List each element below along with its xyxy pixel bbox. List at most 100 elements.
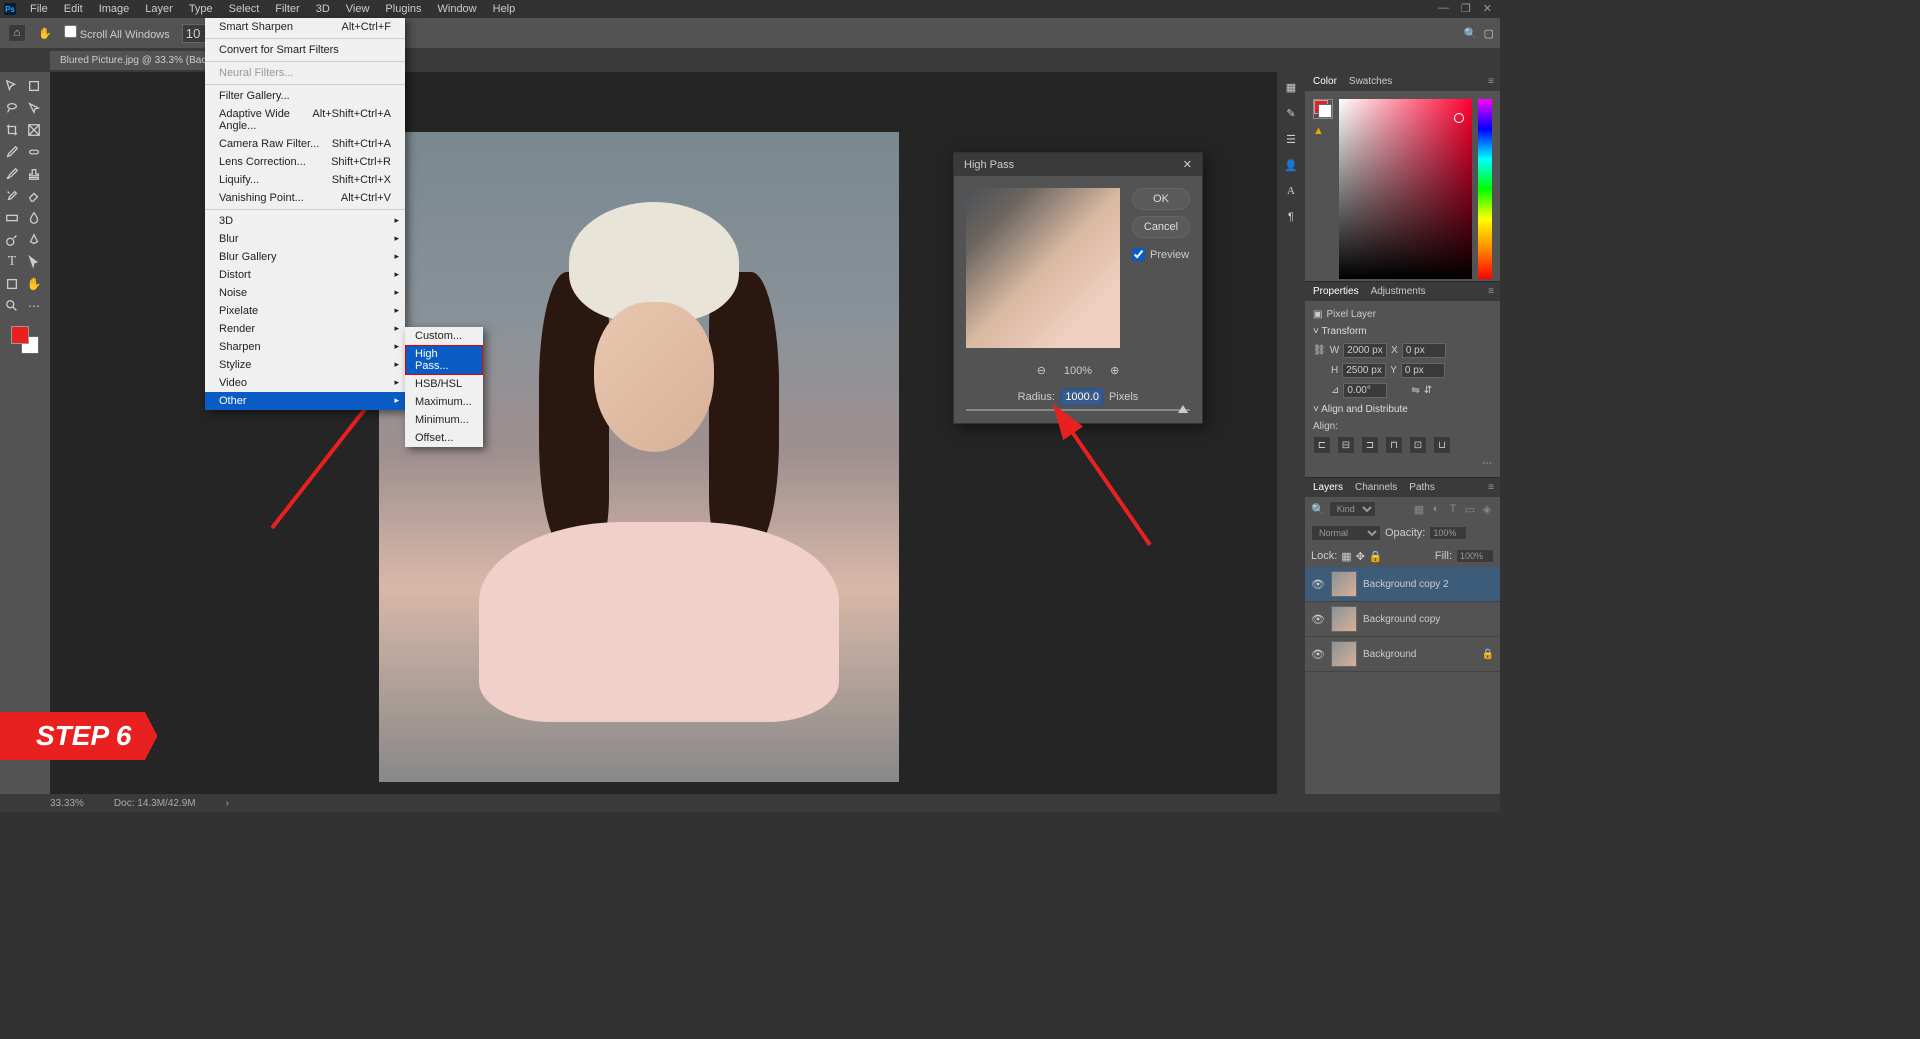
submenu-custom[interactable]: Custom... <box>405 327 483 345</box>
kind-select[interactable]: Kind <box>1329 501 1376 517</box>
angle-input[interactable] <box>1343 383 1387 398</box>
channels-tab[interactable]: Channels <box>1355 482 1397 493</box>
layers-tab[interactable]: Layers <box>1313 482 1343 493</box>
menu-adaptive-wide-angle[interactable]: Adaptive Wide Angle...Alt+Shift+Ctrl+A <box>205 105 405 135</box>
cancel-button[interactable]: Cancel <box>1132 216 1190 238</box>
color-picker-field[interactable] <box>1339 99 1472 279</box>
layer-thumbnail[interactable] <box>1331 606 1357 632</box>
menu-render-sub[interactable]: Render <box>205 320 405 338</box>
share-icon[interactable]: ▢ <box>1484 27 1494 40</box>
brush-settings-icon[interactable]: ✎ <box>1282 104 1300 122</box>
hand-tool-icon[interactable]: ✋ <box>38 27 52 40</box>
artboard-tool-icon[interactable] <box>24 76 44 96</box>
lock-pixels-icon[interactable]: ▦ <box>1341 550 1351 563</box>
healing-tool-icon[interactable] <box>24 142 44 162</box>
layer-item[interactable]: 👁 Background copy <box>1305 602 1500 637</box>
zoom-tool-icon[interactable] <box>2 296 22 316</box>
gradient-tool-icon[interactable] <box>2 208 22 228</box>
document-canvas[interactable] <box>379 132 899 782</box>
lock-position-icon[interactable]: ✥ <box>1356 550 1365 563</box>
menu-view[interactable]: View <box>338 1 378 17</box>
align-section[interactable]: ˅ Align and Distribute <box>1313 404 1492 415</box>
menu-pixelate-sub[interactable]: Pixelate <box>205 302 405 320</box>
type-tool-icon[interactable]: T <box>2 252 22 272</box>
flip-h-icon[interactable]: ⇋ <box>1411 385 1419 396</box>
path-select-tool-icon[interactable] <box>24 252 44 272</box>
character-icon[interactable]: 👤 <box>1282 156 1300 174</box>
history-brush-icon[interactable] <box>2 186 22 206</box>
visibility-icon[interactable]: 👁 <box>1311 647 1325 661</box>
home-icon[interactable]: ⌂ <box>8 24 26 42</box>
pen-tool-icon[interactable] <box>24 230 44 250</box>
menu-layer[interactable]: Layer <box>137 1 181 17</box>
layer-item[interactable]: 👁 Background 🔒 <box>1305 637 1500 672</box>
filter-adj-icon[interactable]: ◐ <box>1429 502 1443 516</box>
preview-checkbox[interactable]: Preview <box>1132 248 1190 261</box>
align-vcenter-icon[interactable]: ⊡ <box>1409 436 1427 454</box>
panel-menu-icon[interactable]: ≡ <box>1488 76 1494 87</box>
lock-icon[interactable]: 🔒 <box>1482 649 1494 660</box>
crop-tool-icon[interactable] <box>2 120 22 140</box>
status-zoom[interactable]: 33.33% <box>50 798 84 809</box>
align-bottom-icon[interactable]: ⊔ <box>1433 436 1451 454</box>
brushes-icon[interactable]: ▦ <box>1282 78 1300 96</box>
panel-menu-icon[interactable]: ≡ <box>1488 482 1494 493</box>
shape-tool-icon[interactable] <box>2 274 22 294</box>
frame-tool-icon[interactable] <box>24 120 44 140</box>
flip-v-icon[interactable]: ⇵ <box>1424 385 1432 396</box>
blend-mode-select[interactable]: Normal <box>1311 525 1381 541</box>
menu-neural-filters[interactable]: Neural Filters... <box>205 64 405 82</box>
opacity-input[interactable] <box>1429 526 1467 540</box>
menu-filter[interactable]: Filter <box>267 1 307 17</box>
status-doc-size[interactable]: Doc: 14.3M/42.9M <box>114 798 196 809</box>
menu-help[interactable]: Help <box>485 1 524 17</box>
quick-select-tool-icon[interactable] <box>24 98 44 118</box>
filter-type-icon[interactable]: T <box>1446 502 1460 516</box>
eraser-tool-icon[interactable] <box>24 186 44 206</box>
stamp-tool-icon[interactable] <box>24 164 44 184</box>
menu-noise-sub[interactable]: Noise <box>205 284 405 302</box>
menu-image[interactable]: Image <box>91 1 138 17</box>
menu-blur-gallery-sub[interactable]: Blur Gallery <box>205 248 405 266</box>
visibility-icon[interactable]: 👁 <box>1311 577 1325 591</box>
x-input[interactable] <box>1402 343 1446 358</box>
filter-smart-icon[interactable]: ◈ <box>1480 502 1494 516</box>
menu-liquify[interactable]: Liquify...Shift+Ctrl+X <box>205 171 405 189</box>
menu-video-sub[interactable]: Video <box>205 374 405 392</box>
restore-icon[interactable]: ❐ <box>1461 2 1471 15</box>
swatches-tab[interactable]: Swatches <box>1349 76 1392 87</box>
submenu-high-pass[interactable]: High Pass... <box>405 345 483 375</box>
submenu-offset[interactable]: Offset... <box>405 429 483 447</box>
search-icon[interactable]: 🔍 <box>1464 27 1478 40</box>
minimize-icon[interactable]: — <box>1438 2 1449 15</box>
menu-3d-sub[interactable]: 3D <box>205 212 405 230</box>
properties-tab[interactable]: Properties <box>1313 286 1359 297</box>
layer-thumbnail[interactable] <box>1331 641 1357 667</box>
align-hcenter-icon[interactable]: ⊟ <box>1337 436 1355 454</box>
visibility-icon[interactable]: 👁 <box>1311 612 1325 626</box>
layer-thumbnail[interactable] <box>1331 571 1357 597</box>
link-icon[interactable]: ⛓ <box>1313 345 1326 356</box>
menu-sharpen-sub[interactable]: Sharpen <box>205 338 405 356</box>
edit-toolbar-icon[interactable]: ⋯ <box>24 296 44 316</box>
layer-item[interactable]: 👁 Background copy 2 <box>1305 567 1500 602</box>
blur-tool-icon[interactable] <box>24 208 44 228</box>
zoom-in-icon[interactable]: ⊕ <box>1110 364 1119 377</box>
submenu-maximum[interactable]: Maximum... <box>405 393 483 411</box>
scroll-all-checkbox[interactable]: Scroll All Windows <box>64 25 170 41</box>
submenu-hsb[interactable]: HSB/HSL <box>405 375 483 393</box>
brush-tool-icon[interactable] <box>2 164 22 184</box>
menu-other-sub[interactable]: Other <box>205 392 405 410</box>
menu-stylize-sub[interactable]: Stylize <box>205 356 405 374</box>
status-arrow-icon[interactable]: › <box>226 798 229 809</box>
lock-all-icon[interactable]: 🔒 <box>1369 550 1383 563</box>
zoom-out-icon[interactable]: ⊖ <box>1037 364 1046 377</box>
layer-filter-icon[interactable]: 🔍 <box>1311 503 1325 516</box>
hue-slider[interactable] <box>1478 99 1492 279</box>
align-top-icon[interactable]: ⊓ <box>1385 436 1403 454</box>
lasso-tool-icon[interactable] <box>2 98 22 118</box>
menu-filter-gallery[interactable]: Filter Gallery... <box>205 87 405 105</box>
color-tab[interactable]: Color <box>1313 76 1337 87</box>
filter-shape-icon[interactable]: ▭ <box>1463 502 1477 516</box>
submenu-minimum[interactable]: Minimum... <box>405 411 483 429</box>
